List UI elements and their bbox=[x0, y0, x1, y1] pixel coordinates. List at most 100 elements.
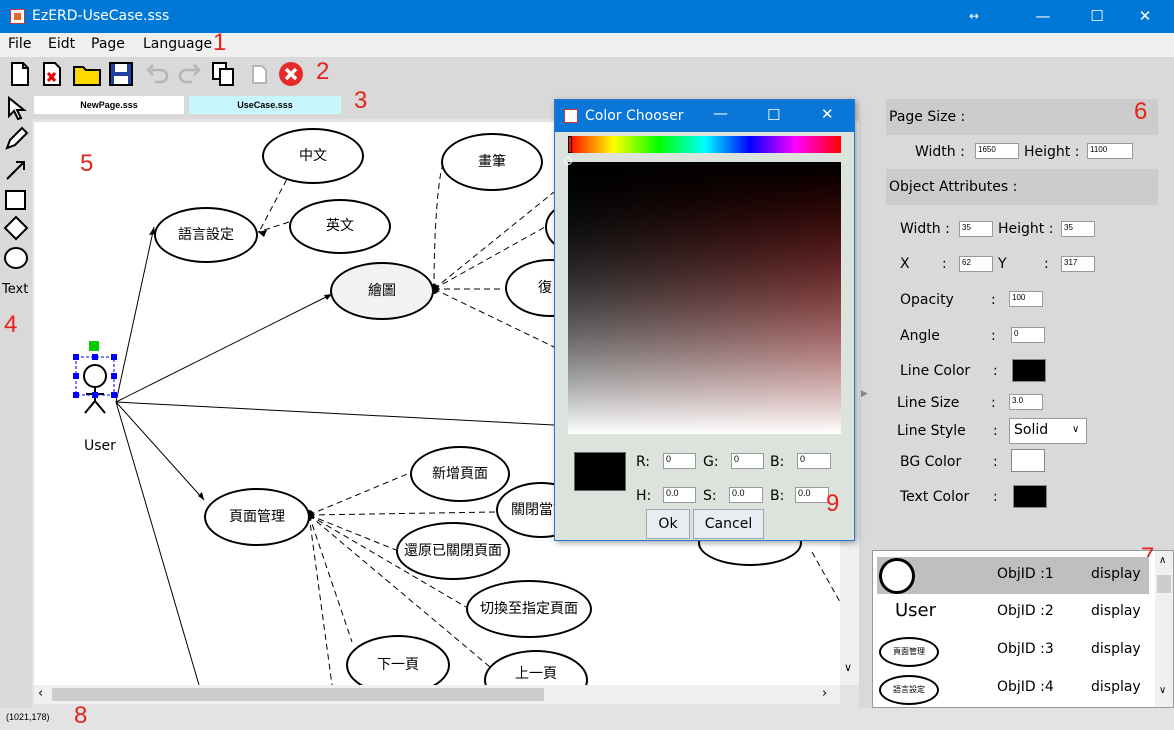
usecase-chinese[interactable]: 中文 bbox=[262, 128, 364, 184]
select-arrow-icon[interactable] bbox=[3, 95, 29, 121]
redo-icon[interactable] bbox=[176, 60, 204, 88]
panel-splitter[interactable]: ▶ bbox=[859, 93, 872, 708]
display-link[interactable]: display bbox=[1091, 679, 1141, 695]
height-input[interactable]: 35 bbox=[1061, 221, 1095, 237]
x-input[interactable]: 62 bbox=[959, 256, 993, 272]
opacity-colon: : bbox=[991, 292, 996, 308]
blue-input[interactable]: 0 bbox=[797, 453, 831, 469]
line-style-select[interactable]: Solid ∨ bbox=[1009, 418, 1087, 444]
horizontal-scrollbar[interactable]: ‹ › bbox=[34, 685, 840, 704]
rectangle-icon[interactable] bbox=[3, 187, 29, 213]
save-icon[interactable] bbox=[107, 60, 135, 88]
dialog-maximize-button[interactable]: ☐ bbox=[767, 106, 780, 124]
rotation-handle[interactable] bbox=[89, 341, 99, 351]
opacity-label: Opacity bbox=[900, 292, 954, 308]
ok-button[interactable]: Ok bbox=[646, 509, 690, 539]
annotation-9: 9 bbox=[826, 490, 840, 517]
close-window-button[interactable]: ✕ bbox=[1122, 0, 1168, 33]
open-folder-icon[interactable] bbox=[72, 60, 101, 88]
pencil-icon[interactable] bbox=[3, 126, 29, 152]
line-color-colon: : bbox=[993, 363, 998, 379]
dialog-close-button[interactable]: ✕ bbox=[821, 105, 834, 123]
red-input[interactable]: 0 bbox=[663, 453, 696, 469]
usecase-draw[interactable]: 繪圖 bbox=[330, 262, 434, 320]
usecase-add-page[interactable]: 新增頁面 bbox=[410, 446, 510, 502]
line-style-label: Line Style bbox=[897, 423, 966, 439]
width-input[interactable]: 35 bbox=[959, 221, 993, 237]
brightness-label: B: bbox=[770, 488, 785, 504]
new-page-icon[interactable] bbox=[6, 60, 34, 88]
minimize-button[interactable]: — bbox=[1020, 0, 1066, 33]
usecase-switch-page[interactable]: 切換至指定頁面 bbox=[466, 580, 592, 638]
hue-slider[interactable] bbox=[568, 136, 841, 153]
close-page-icon[interactable] bbox=[38, 60, 66, 88]
diamond-icon[interactable] bbox=[3, 215, 29, 241]
usecase-restore-closed[interactable]: 還原已關閉頁面 bbox=[396, 522, 510, 580]
scroll-right-icon[interactable]: › bbox=[822, 686, 827, 701]
hue-slider-handle[interactable] bbox=[568, 136, 572, 153]
scroll-down-icon[interactable]: ∨ bbox=[1159, 685, 1166, 696]
display-link[interactable]: display bbox=[1091, 641, 1141, 657]
resize-icon[interactable]: ↔ bbox=[951, 0, 997, 33]
tab-newpage[interactable]: NewPage.sss bbox=[34, 96, 184, 114]
list-scroll-thumb[interactable] bbox=[1157, 575, 1171, 593]
undo-icon[interactable] bbox=[143, 60, 171, 88]
properties-panel: Page Size : 6 Width : 1650 Height : 1100… bbox=[872, 93, 1174, 550]
page-width-input[interactable]: 1650 bbox=[975, 143, 1019, 159]
hue-input[interactable]: 0.0 bbox=[663, 487, 696, 503]
tool-palette: Text 4 bbox=[0, 93, 32, 708]
usecase-language-settings[interactable]: 語言設定 bbox=[154, 207, 258, 263]
list-item[interactable]: ObjID :1 display bbox=[877, 557, 1149, 594]
list-item[interactable]: User ObjID :2 display bbox=[877, 594, 1149, 631]
dialog-minimize-button[interactable]: — bbox=[713, 104, 728, 122]
menu-page[interactable]: Page bbox=[91, 36, 125, 52]
line-style-colon: : bbox=[993, 423, 998, 439]
text-color-swatch[interactable] bbox=[1013, 485, 1047, 508]
tab-usecase[interactable]: UseCase.sss bbox=[189, 96, 341, 114]
menu-edit[interactable]: Eidt bbox=[48, 36, 75, 52]
saturation-input[interactable]: 0.0 bbox=[729, 487, 763, 503]
exit-icon[interactable] bbox=[277, 60, 305, 88]
maximize-button[interactable]: ☐ bbox=[1074, 0, 1120, 33]
object-list: 7 ObjID :1 display User ObjID :2 display… bbox=[872, 543, 1174, 708]
green-input[interactable]: 0 bbox=[731, 453, 764, 469]
copy-icon[interactable] bbox=[209, 60, 237, 88]
ellipse-icon[interactable] bbox=[3, 245, 29, 271]
menu-file[interactable]: File bbox=[8, 36, 31, 52]
display-link[interactable]: display bbox=[1091, 566, 1141, 582]
line-color-swatch[interactable] bbox=[1012, 359, 1046, 382]
page-height-input[interactable]: 1100 bbox=[1087, 143, 1133, 159]
cancel-button[interactable]: Cancel bbox=[693, 509, 764, 539]
display-link[interactable]: display bbox=[1091, 603, 1141, 619]
line-size-input[interactable]: 3.0 bbox=[1009, 394, 1043, 410]
saturation-brightness-picker[interactable] bbox=[564, 157, 841, 434]
angle-input[interactable]: 0 bbox=[1011, 327, 1045, 343]
scroll-down-icon[interactable]: ∨ bbox=[844, 661, 852, 674]
scroll-left-icon[interactable]: ‹ bbox=[38, 686, 43, 701]
object-thumbnail: User bbox=[895, 600, 937, 621]
toolbar: 2 bbox=[0, 57, 1174, 93]
paste-icon[interactable] bbox=[245, 60, 273, 88]
actor-user[interactable] bbox=[72, 354, 122, 434]
picker-cursor[interactable] bbox=[564, 157, 572, 165]
opacity-input[interactable]: 100 bbox=[1009, 291, 1043, 307]
y-input[interactable]: 317 bbox=[1061, 256, 1095, 272]
brightness-input[interactable]: 0.0 bbox=[795, 487, 829, 503]
list-item[interactable]: 語言設定 ObjID :4 display bbox=[877, 670, 1149, 707]
usecase-brush[interactable]: 畫筆 bbox=[441, 133, 543, 191]
object-thumbnail bbox=[879, 558, 915, 594]
width-label: Width : bbox=[900, 221, 950, 237]
usecase-page-management[interactable]: 頁面管理 bbox=[204, 488, 310, 546]
scroll-thumb[interactable] bbox=[52, 688, 544, 701]
app-icon bbox=[10, 9, 25, 24]
bg-color-swatch[interactable] bbox=[1011, 449, 1045, 472]
usecase-english[interactable]: 英文 bbox=[289, 199, 391, 254]
blue-label: B: bbox=[770, 454, 785, 470]
line-size-label: Line Size bbox=[897, 395, 960, 411]
scroll-up-icon[interactable]: ∧ bbox=[1159, 555, 1166, 566]
splitter-arrow-icon[interactable]: ▶ bbox=[861, 389, 868, 399]
text-tool[interactable]: Text bbox=[2, 282, 28, 297]
line-arrow-icon[interactable] bbox=[3, 157, 29, 183]
menu-language[interactable]: Language bbox=[143, 36, 212, 52]
list-item[interactable]: 頁面管理 ObjID :3 display bbox=[877, 632, 1149, 669]
